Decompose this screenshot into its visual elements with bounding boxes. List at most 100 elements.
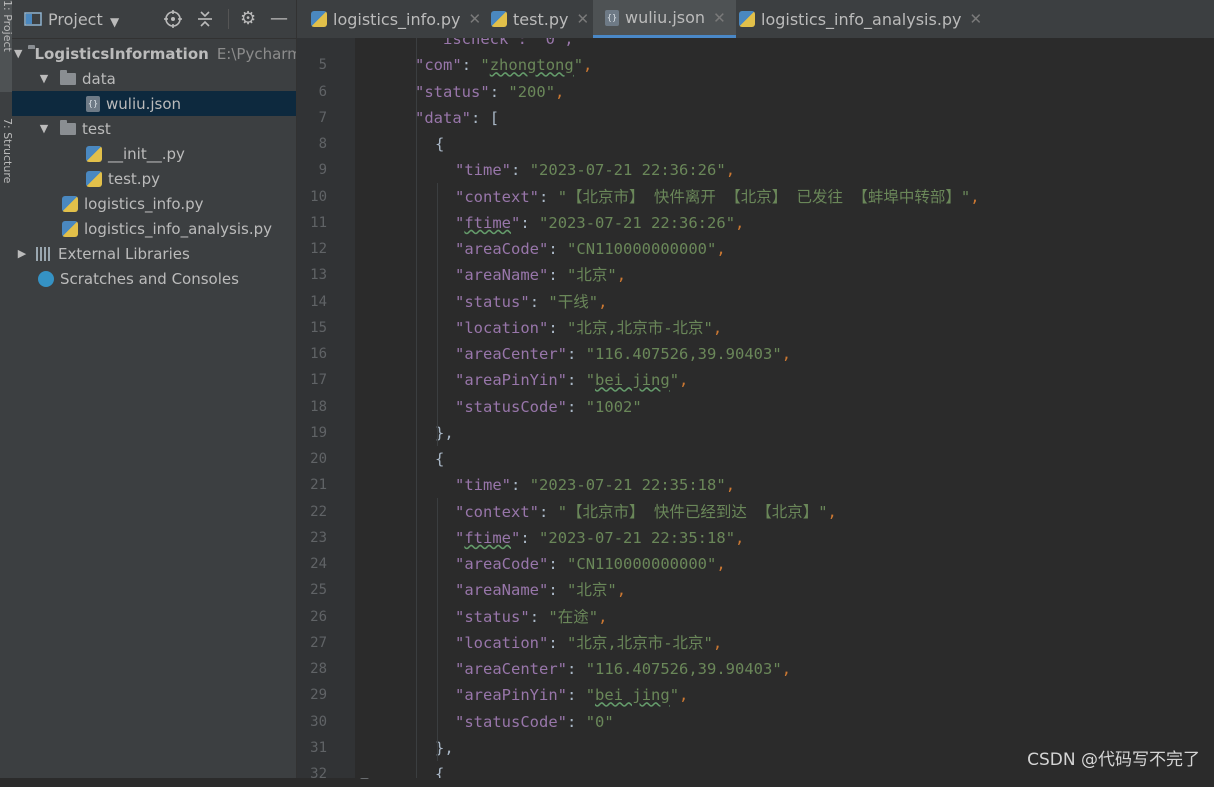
json-quote: " <box>529 161 540 180</box>
json-quote: " <box>604 712 614 731</box>
json-quote: " <box>539 555 549 573</box>
json-quote: " <box>455 633 465 652</box>
json-quote: " <box>455 528 465 547</box>
line-number: 12 <box>310 241 327 257</box>
json-quote: " <box>567 240 577 258</box>
json-string-value: CN110000000000 <box>576 555 708 573</box>
json-quote: " <box>415 82 425 101</box>
tab-logistics-info-py[interactable]: logistics_info.py ✕ <box>311 0 481 38</box>
json-quote: " <box>480 56 490 75</box>
json-quote: " <box>539 633 549 652</box>
tree-item-label: test.py <box>108 169 160 188</box>
json-string-value: 【北京市】 快件离开 【北京】 已发往 【蚌埠中转部】 <box>567 187 961 206</box>
chevron-down-icon[interactable]: ▼ <box>14 47 22 60</box>
json-comma: , <box>781 345 792 363</box>
chevron-down-icon[interactable]: ▼ <box>36 122 52 135</box>
tree-item-init-py[interactable]: __init__.py <box>12 141 296 166</box>
tree-item-wuliu-json[interactable]: {} wuliu.json <box>12 91 296 116</box>
json-colon: : <box>520 213 540 232</box>
json-comma: , <box>712 318 723 337</box>
json-quote: " <box>585 712 596 731</box>
gear-icon[interactable]: ⚙ <box>240 9 256 29</box>
json-quote: " <box>511 213 521 232</box>
line-number: 11 <box>310 214 327 231</box>
json-quote: " <box>455 240 465 258</box>
json-colon: : <box>548 318 568 337</box>
line-number: 16 <box>310 346 327 362</box>
close-icon[interactable]: ✕ <box>468 10 481 28</box>
json-colon: : <box>567 660 586 678</box>
code-line: "time": "2023-07-21 22:36:26", <box>455 157 735 183</box>
close-icon[interactable]: ✕ <box>576 10 589 28</box>
json-colon: : <box>539 187 558 206</box>
line-number: 26 <box>310 608 327 625</box>
json-quote: " <box>455 266 465 285</box>
json-colon: : <box>567 397 586 416</box>
json-quote: " <box>573 56 584 75</box>
project-view-title[interactable]: Project <box>48 10 103 30</box>
project-view-icon <box>24 11 42 32</box>
json-colon: : <box>461 56 481 75</box>
json-colon: : <box>567 371 586 390</box>
json-quote: " <box>452 56 462 75</box>
json-comma: , <box>598 607 608 626</box>
tree-item-root[interactable]: ▼ LogisticsInformation E:\Pycharm <box>12 41 296 66</box>
json-comma: , <box>970 187 980 206</box>
chevron-down-icon[interactable]: ▼ <box>36 72 52 85</box>
close-icon[interactable]: ✕ <box>970 10 983 28</box>
json-key: areaCenter <box>464 660 558 678</box>
code-line: "com": "zhongtong", <box>415 52 592 78</box>
json-quote: " <box>585 686 596 705</box>
json-string-value: CN110000000000 <box>576 240 708 258</box>
line-number: 23 <box>310 529 327 546</box>
json-quote: " <box>455 187 465 206</box>
json-string-value: 0 <box>595 712 605 731</box>
tree-item-data-folder[interactable]: ▼ data <box>12 66 296 91</box>
minimize-icon[interactable]: — <box>270 9 288 29</box>
code-line: "status": "在途", <box>455 604 607 630</box>
chevron-right-icon[interactable]: ▶ <box>14 247 30 260</box>
json-bracket: { <box>435 765 445 778</box>
tab-wuliu-json[interactable]: {} wuliu.json ✕ <box>593 0 736 38</box>
json-quote: " <box>455 292 465 311</box>
json-key: ftime <box>464 528 512 547</box>
json-key: data <box>424 108 462 127</box>
json-quote: " <box>455 660 465 678</box>
tab-logistics-info-analysis-py[interactable]: logistics_info_analysis.py ✕ <box>739 0 982 38</box>
json-comma: , <box>679 686 689 705</box>
json-quote: " <box>818 502 828 521</box>
json-quote: " <box>539 528 549 547</box>
close-icon[interactable]: ✕ <box>713 9 726 27</box>
tree-item-test-py[interactable]: test.py <box>12 166 296 191</box>
locate-icon[interactable] <box>164 10 182 33</box>
json-quote: " <box>455 555 465 573</box>
tree-item-label: logistics_info.py <box>84 194 204 213</box>
tree-item-logistics-info-py[interactable]: logistics_info.py <box>12 191 296 216</box>
collapse-all-icon[interactable] <box>197 10 213 33</box>
json-key: time <box>464 161 502 180</box>
tree-item-logistics-info-analysis-py[interactable]: logistics_info_analysis.py <box>12 216 296 241</box>
code-line: { <box>435 446 444 472</box>
json-bracket: [ <box>489 108 500 127</box>
json-key: status <box>464 607 521 626</box>
tree-item-label: data <box>82 69 116 88</box>
code-line: "areaName": "北京", <box>455 577 626 603</box>
tab-label: logistics_info_analysis.py <box>761 9 962 29</box>
json-quote: " <box>567 266 577 285</box>
tree-item-scratches[interactable]: Scratches and Consoles <box>12 266 296 291</box>
tree-item-test-folder[interactable]: ▼ test <box>12 116 296 141</box>
line-number: 25 <box>310 582 327 599</box>
json-quote: " <box>539 266 549 285</box>
line-number: 7 <box>318 109 327 126</box>
json-colon: : <box>471 108 490 127</box>
chevron-down-icon[interactable]: ▼ <box>110 12 119 32</box>
tab-test-py[interactable]: test.py ✕ <box>491 0 589 38</box>
json-quote: " <box>588 607 599 626</box>
line-number: 9 <box>318 162 327 179</box>
json-quote: " <box>455 581 465 600</box>
json-quote: " <box>585 345 596 363</box>
tree-item-external-libraries[interactable]: ▶ External Libraries <box>12 241 296 266</box>
json-quote: " <box>707 555 717 573</box>
json-quote: " <box>557 712 568 731</box>
code-editor[interactable]: "ischeck": "0", "com": "zhongtong", "statu… <box>355 38 1214 778</box>
